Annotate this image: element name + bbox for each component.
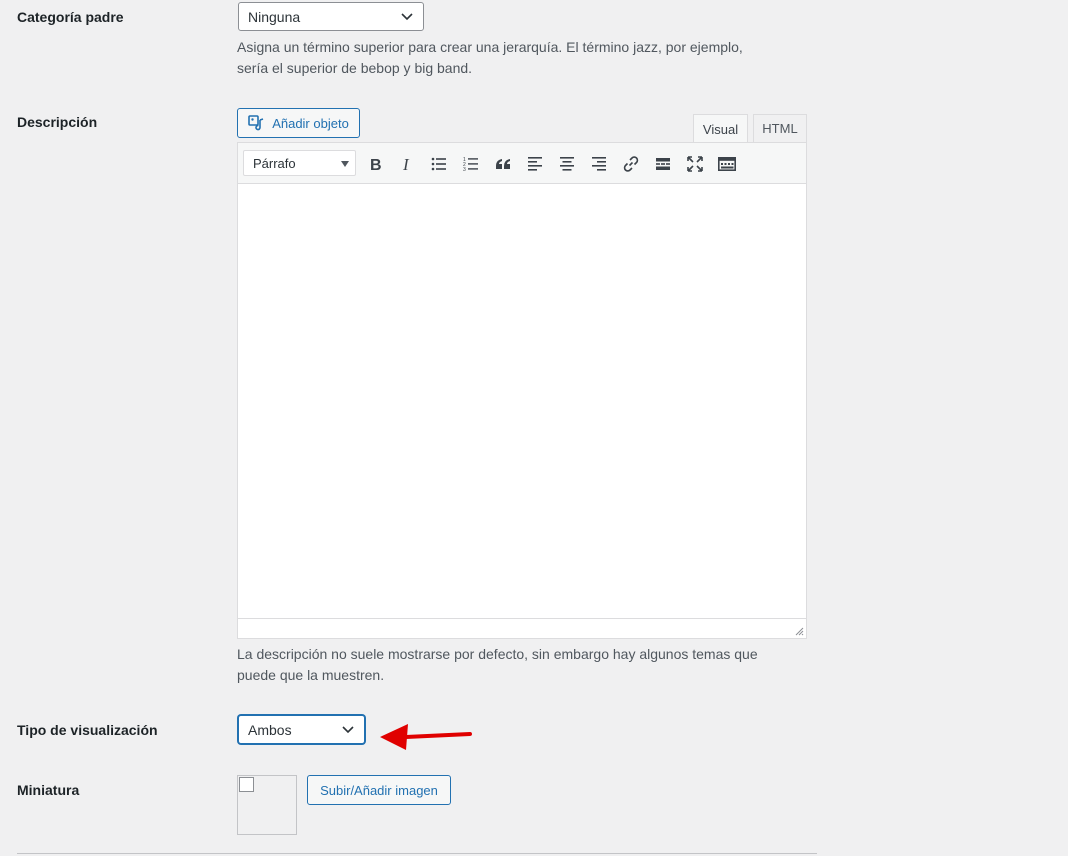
divider (17, 853, 817, 854)
display-type-label: Tipo de visualización (17, 722, 158, 738)
blockquote-button[interactable] (490, 151, 516, 177)
numbered-list-button[interactable]: 1 2 3 (458, 151, 484, 177)
thumbnail-label: Miniatura (17, 782, 80, 798)
help-text-line: La descripción no suele mostrarse por de… (237, 646, 758, 662)
caret-down-icon (341, 161, 349, 167)
bold-button[interactable]: B (362, 151, 388, 177)
format-select-value: Párrafo (253, 155, 296, 171)
toolbar-toggle-icon (718, 156, 736, 171)
add-media-icon (248, 115, 264, 131)
numbered-list-icon: 1 2 3 (463, 157, 478, 172)
parent-category-value: Ninguna (248, 8, 301, 25)
help-text-line: puede que la muestren. (237, 667, 385, 683)
add-media-button[interactable]: Añadir objeto (237, 108, 360, 138)
display-type-value: Ambos (248, 721, 292, 738)
bullet-list-icon (431, 157, 446, 171)
description-help: La descripción no suele mostrarse por de… (237, 644, 758, 686)
align-right-icon (592, 157, 606, 171)
help-text-line: Asigna un término superior para crear un… (237, 39, 743, 55)
read-more-button[interactable] (650, 151, 676, 177)
bold-icon: B (370, 157, 382, 172)
description-label: Descripción (17, 114, 98, 130)
add-media-label: Añadir objeto (272, 115, 349, 131)
chevron-down-icon (342, 725, 354, 733)
annotation-arrow-icon (380, 724, 472, 750)
resize-handle-icon[interactable] (794, 626, 804, 636)
align-center-button[interactable] (554, 151, 580, 177)
italic-button[interactable]: I (394, 151, 420, 177)
broken-image-icon (239, 777, 254, 792)
toolbar-toggle-button[interactable] (714, 151, 740, 177)
chevron-down-icon (401, 12, 413, 20)
tab-visual[interactable]: Visual (693, 114, 748, 144)
parent-category-label: Categoría padre (17, 9, 124, 25)
svg-text:B: B (370, 157, 382, 172)
bullet-list-button[interactable] (426, 151, 452, 177)
editor-toolbar: Párrafo B I 1 2 3 (237, 142, 807, 184)
align-right-button[interactable] (586, 151, 612, 177)
align-left-button[interactable] (522, 151, 548, 177)
display-type-select[interactable]: Ambos (238, 715, 365, 744)
upload-image-button[interactable]: Subir/Añadir imagen (307, 775, 451, 805)
blockquote-icon (496, 159, 510, 169)
read-more-icon (656, 158, 670, 170)
link-button[interactable] (618, 151, 644, 177)
svg-text:I: I (402, 156, 410, 172)
italic-icon: I (402, 156, 410, 172)
svg-text:3: 3 (463, 167, 466, 172)
fullscreen-icon (687, 156, 703, 172)
align-center-icon (560, 157, 574, 171)
fullscreen-button[interactable] (682, 151, 708, 177)
parent-category-select[interactable]: Ninguna (238, 2, 424, 31)
thumbnail-image (237, 775, 297, 835)
link-icon (623, 156, 639, 172)
format-select[interactable]: Párrafo (243, 150, 356, 176)
help-text-line: sería el superior de bebop y big band. (237, 60, 473, 76)
parent-category-help: Asigna un término superior para crear un… (237, 37, 743, 79)
align-left-icon (528, 157, 542, 171)
description-editor[interactable] (237, 183, 807, 619)
tab-html[interactable]: HTML (753, 114, 807, 143)
editor-statusbar (237, 618, 807, 639)
